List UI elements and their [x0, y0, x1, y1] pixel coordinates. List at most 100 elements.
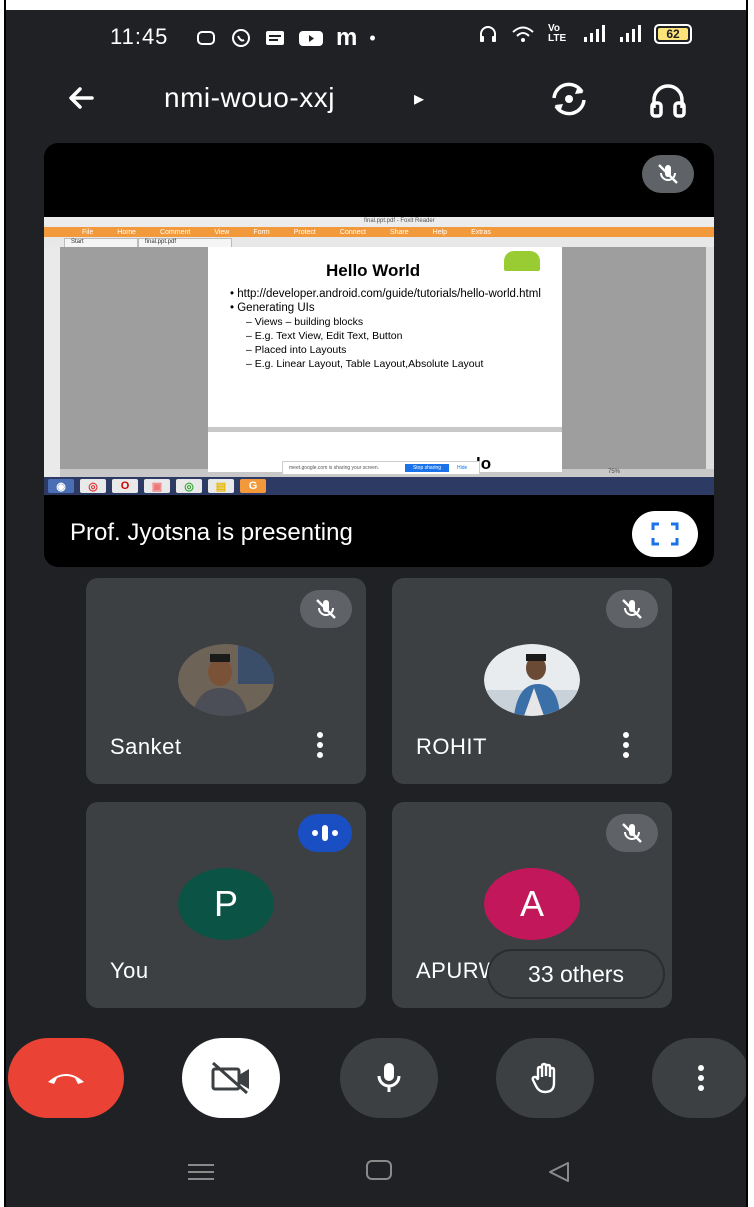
- slide-title: Hello World: [326, 261, 421, 280]
- flip-camera-icon[interactable]: [546, 76, 592, 122]
- wifi-icon: [512, 26, 534, 42]
- notification-icons: m •: [196, 24, 376, 52]
- system-nav-bar: [6, 1142, 746, 1202]
- fullscreen-icon: [651, 522, 679, 546]
- mic-off-icon: [622, 823, 642, 843]
- menu-item: Protect: [293, 228, 316, 236]
- participant-name: Sanket: [110, 734, 182, 759]
- menu-item: Form: [253, 228, 270, 236]
- menu-item: Share: [389, 228, 409, 236]
- avatar: [178, 644, 274, 716]
- window-menubar: File Home Comment View Form Protect Conn…: [44, 227, 714, 237]
- avatar: A: [484, 868, 580, 940]
- folder-icon: ▤: [208, 479, 234, 493]
- youtube-icon: [299, 31, 323, 46]
- slide-bullet: Generating UIs: [230, 301, 550, 315]
- camera-toggle-button[interactable]: [182, 1038, 280, 1118]
- avatar: [484, 644, 580, 716]
- window-statusbar: 75%: [544, 469, 714, 477]
- menu-item: Help: [432, 228, 448, 236]
- meeting-code[interactable]: nmi-wouo-xxj: [164, 82, 335, 114]
- windows-taskbar: ◉ ◎ O ▣ ◎ ▤ G: [44, 477, 714, 495]
- slide-bullet: Placed into Layouts: [230, 343, 550, 357]
- battery-level: 62: [666, 27, 680, 41]
- call-controls: [6, 1038, 746, 1118]
- system-icons: Vo LTE 62: [478, 24, 692, 44]
- signal-icon-2: [620, 25, 641, 42]
- foxit-icon: G: [240, 479, 266, 493]
- back-triangle-icon[interactable]: [546, 1160, 572, 1184]
- mic-off-icon: [658, 164, 678, 184]
- window-gray-area: [60, 247, 208, 469]
- presentation-tile[interactable]: final.ppt.pdf - Foxit Reader File Home C…: [44, 143, 714, 567]
- mute-indicator: [606, 814, 658, 852]
- window-tabs: Start final.ppt.pdf: [44, 237, 714, 248]
- slide-bullet: E.g. Text View, Edit Text, Button: [230, 329, 550, 343]
- slide-page: Hello World http://developer.android.com…: [208, 247, 562, 427]
- participant-tile-self[interactable]: P You: [86, 802, 366, 1008]
- window-titlebar: final.ppt.pdf - Foxit Reader: [44, 217, 714, 227]
- message-icon: [197, 31, 215, 45]
- zoom-level: 75%: [608, 469, 621, 475]
- chrome-icon: ◎: [176, 479, 202, 493]
- window-gray-area: [562, 247, 706, 469]
- menu-item: File: [82, 228, 94, 236]
- raise-hand-button[interactable]: [496, 1038, 594, 1118]
- raise-hand-icon: [531, 1062, 556, 1094]
- participant-tile[interactable]: ROHIT: [392, 578, 672, 784]
- presenter-label: Prof. Jyotsna is presenting: [70, 519, 353, 546]
- meeting-details-arrow-icon[interactable]: ▸: [414, 86, 424, 111]
- phone-screen: 11:45 m • Vo LTE 62 nmi-wouo-xxj ▸ final…: [4, 0, 748, 1207]
- menu-item: Connect: [339, 228, 366, 236]
- fullscreen-button[interactable]: [632, 511, 698, 557]
- participant-name: ROHIT: [416, 734, 487, 759]
- menu-item: View: [214, 228, 230, 236]
- mute-indicator: [300, 590, 352, 628]
- menu-item: Extras: [471, 228, 491, 236]
- back-arrow-icon[interactable]: [62, 78, 102, 118]
- more-vert-icon[interactable]: [314, 730, 326, 760]
- stop-sharing-button: Stop sharing: [405, 464, 449, 472]
- hang-up-icon: [48, 1074, 84, 1084]
- status-bar: 11:45 m • Vo LTE 62: [6, 22, 746, 56]
- chrome-icon: ◎: [80, 479, 106, 493]
- android-logo-icon: [504, 251, 540, 271]
- more-vert-icon[interactable]: [620, 730, 632, 760]
- presenter-mute-indicator: [642, 155, 694, 193]
- participant-name: You: [110, 958, 149, 983]
- slide-bullet: http://developer.android.com/guide/tutor…: [230, 287, 550, 301]
- opera-icon: O: [112, 479, 138, 493]
- home-icon[interactable]: [366, 1160, 392, 1180]
- more-options-button[interactable]: [652, 1038, 746, 1118]
- mic-off-icon: [622, 599, 642, 619]
- more-vert-icon: [698, 1065, 704, 1091]
- participant-tile[interactable]: Sanket: [86, 578, 366, 784]
- window-title: final.ppt.pdf - Foxit Reader: [364, 218, 435, 224]
- window-scrollbar: [706, 247, 714, 469]
- m-icon: m: [336, 24, 358, 51]
- others-chip[interactable]: 33 others: [489, 951, 663, 997]
- news-icon: [266, 31, 284, 45]
- microphone-button[interactable]: [340, 1038, 438, 1118]
- end-call-button[interactable]: [8, 1038, 124, 1118]
- mute-indicator: [606, 590, 658, 628]
- top-band: [6, 0, 746, 10]
- avatar: P: [178, 868, 274, 940]
- headset-icon: [480, 26, 496, 42]
- dot-icon: •: [369, 27, 376, 48]
- menu-item: Home: [117, 228, 136, 236]
- signal-icon: [584, 25, 605, 42]
- window-sidebar: [44, 247, 60, 477]
- speaking-indicator: [298, 814, 352, 852]
- screen-share-bar: meet.google.com is sharing your screen. …: [282, 461, 480, 475]
- audio-output-icon[interactable]: [646, 78, 690, 122]
- battery-icon: 62: [654, 24, 692, 44]
- hide-button: Hide: [457, 465, 468, 471]
- audio-level-icon: [312, 825, 338, 841]
- slide-bullet: Views – building blocks: [230, 315, 550, 329]
- mic-icon: [377, 1063, 401, 1092]
- status-time: 11:45: [110, 24, 169, 49]
- slide-bullet: E.g. Linear Layout, Table Layout,Absolut…: [230, 357, 550, 371]
- whatsapp-icon: [232, 29, 250, 47]
- recent-apps-icon[interactable]: [186, 1162, 216, 1182]
